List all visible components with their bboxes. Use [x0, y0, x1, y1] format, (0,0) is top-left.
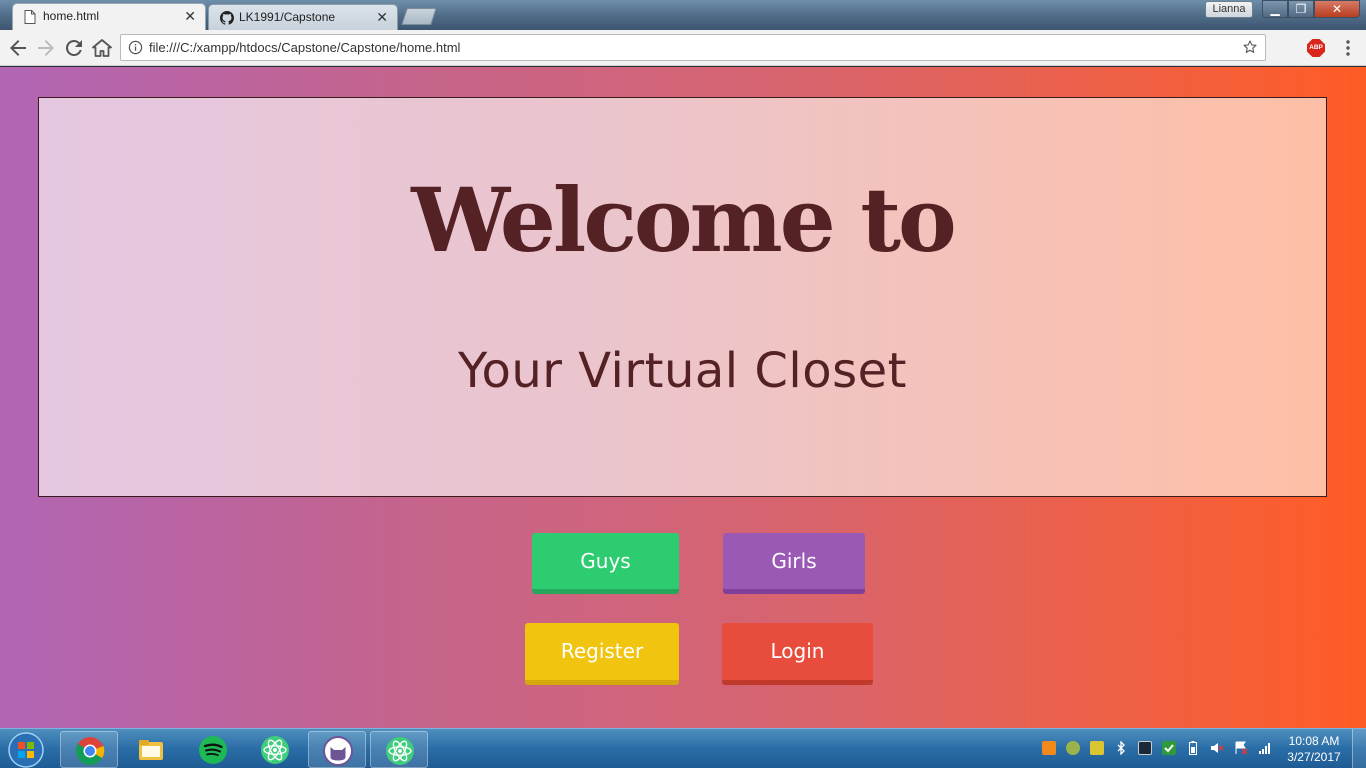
- atom-icon: [261, 736, 289, 764]
- taskbar-file-explorer[interactable]: [122, 731, 180, 768]
- page-title: Welcome to: [411, 168, 956, 272]
- taskbar-spotify[interactable]: [184, 731, 242, 768]
- tray-app-icon[interactable]: [1042, 741, 1056, 755]
- register-button[interactable]: Register: [525, 623, 679, 685]
- clock-date: 3/27/2017: [1287, 750, 1341, 764]
- tab-label: home.html: [43, 9, 100, 23]
- maximize-button[interactable]: ❐: [1288, 0, 1314, 18]
- page-icon: [24, 10, 36, 24]
- minimize-button[interactable]: ▁: [1262, 0, 1288, 18]
- girls-button[interactable]: Girls: [723, 533, 865, 594]
- taskbar-atom[interactable]: [246, 731, 304, 768]
- clock-time: 10:08 AM: [1288, 734, 1340, 748]
- wifi-signal-icon[interactable]: [1258, 741, 1272, 755]
- close-tab-icon[interactable]: ✕: [184, 4, 196, 29]
- bookmark-star-icon[interactable]: [1242, 39, 1258, 55]
- start-button[interactable]: [6, 731, 46, 768]
- close-tab-icon[interactable]: ✕: [376, 5, 388, 30]
- bluetooth-icon[interactable]: [1114, 741, 1128, 755]
- forward-arrow-icon[interactable]: [34, 36, 58, 60]
- check-icon[interactable]: [1162, 741, 1176, 755]
- back-arrow-icon[interactable]: [6, 36, 30, 60]
- volume-muted-icon[interactable]: [1210, 741, 1224, 755]
- guys-button[interactable]: Guys: [532, 533, 679, 594]
- taskbar-clock[interactable]: 10:08 AM 3/27/2017: [1284, 733, 1344, 765]
- tab-github[interactable]: LK1991/Capstone ✕: [208, 4, 398, 30]
- tab-label: LK1991/Capstone: [239, 10, 336, 24]
- taskbar-atom-2[interactable]: [370, 731, 428, 768]
- taskbar-chrome[interactable]: [60, 731, 118, 768]
- close-window-button[interactable]: ✕: [1314, 0, 1360, 18]
- page-body: Welcome to Your Virtual Closet Guys Girl…: [0, 67, 1366, 728]
- url-text[interactable]: file:///C:/xampp/htdocs/Capstone/Capston…: [149, 35, 460, 60]
- menu-dots-icon[interactable]: [1341, 39, 1355, 57]
- spotify-icon: [199, 736, 227, 764]
- chrome-icon: [76, 737, 105, 765]
- profile-button[interactable]: Lianna: [1205, 1, 1253, 18]
- adblock-plus-icon[interactable]: ABP: [1307, 39, 1325, 57]
- windows-taskbar: 10:08 AM 3/27/2017: [0, 728, 1366, 768]
- tray-network-icon[interactable]: [1138, 741, 1152, 755]
- github-desktop-icon: [323, 736, 353, 766]
- welcome-banner: Welcome to Your Virtual Closet: [38, 97, 1327, 497]
- home-icon[interactable]: [90, 36, 114, 60]
- taskbar-github-desktop[interactable]: [308, 731, 366, 768]
- github-icon: [220, 11, 234, 25]
- atom-icon: [386, 737, 414, 765]
- system-tray: [1040, 737, 1276, 763]
- tray-key-icon[interactable]: [1090, 741, 1104, 755]
- action-center-flag-icon[interactable]: [1234, 741, 1248, 755]
- new-tab-button[interactable]: [401, 8, 437, 25]
- show-desktop-button[interactable]: [1352, 729, 1366, 768]
- page-subtitle: Your Virtual Closet: [458, 343, 907, 399]
- browser-titlebar: home.html ✕ LK1991/Capstone ✕ Lianna ▁ ❐…: [0, 0, 1366, 30]
- battery-icon[interactable]: [1186, 741, 1200, 755]
- tab-home[interactable]: home.html ✕: [12, 3, 206, 30]
- login-button[interactable]: Login: [722, 623, 873, 685]
- address-bar[interactable]: file:///C:/xampp/htdocs/Capstone/Capston…: [120, 34, 1266, 61]
- browser-toolbar: file:///C:/xampp/htdocs/Capstone/Capston…: [0, 30, 1366, 66]
- reload-icon[interactable]: [62, 36, 86, 60]
- tray-sync-icon[interactable]: [1066, 741, 1080, 755]
- file-explorer-icon: [139, 740, 163, 760]
- info-icon[interactable]: [128, 40, 143, 55]
